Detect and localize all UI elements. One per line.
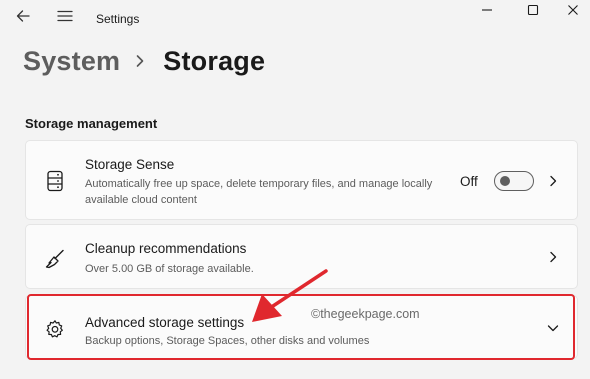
breadcrumb-system-link[interactable]: System — [23, 46, 120, 77]
cleanup-recommendations-title: Cleanup recommendations — [85, 241, 247, 256]
page-title: Storage — [163, 45, 266, 76]
storage-drive-icon — [43, 169, 67, 193]
storage-sense-description: Automatically free up space, delete temp… — [85, 178, 433, 206]
minimize-button[interactable] — [464, 0, 510, 24]
toggle-knob — [500, 176, 510, 186]
section-title-storage-management: Storage management — [25, 116, 158, 131]
chevron-right-icon — [135, 54, 145, 68]
chevron-right-icon[interactable] — [545, 249, 561, 265]
close-icon — [567, 3, 579, 21]
chevron-right-icon[interactable] — [545, 173, 561, 189]
cleanup-recommendations-card[interactable]: Cleanup recommendations Over 5.00 GB of … — [25, 224, 578, 289]
cleanup-recommendations-description: Over 5.00 GB of storage available. — [85, 263, 254, 275]
hamburger-menu-icon — [57, 9, 73, 28]
back-button[interactable] — [8, 5, 38, 31]
watermark-text: ©thegeekpage.com — [311, 307, 420, 321]
maximize-button[interactable] — [510, 0, 556, 24]
advanced-storage-settings-card[interactable]: Advanced storage settings Backup options… — [25, 295, 578, 359]
storage-sense-title: Storage Sense — [85, 157, 175, 172]
breadcrumb: System Storage — [23, 40, 265, 82]
navigation-menu-button[interactable] — [50, 5, 80, 31]
broom-icon — [43, 247, 67, 271]
minimize-icon — [481, 3, 493, 21]
storage-sense-toggle[interactable] — [494, 171, 534, 191]
advanced-storage-settings-description: Backup options, Storage Spaces, other di… — [85, 335, 370, 347]
back-arrow-icon — [15, 8, 31, 29]
app-title: Settings — [96, 12, 140, 26]
advanced-storage-settings-title: Advanced storage settings — [85, 315, 245, 330]
maximize-icon — [527, 3, 539, 21]
storage-sense-card[interactable]: Storage Sense Automatically free up spac… — [25, 140, 578, 220]
chevron-down-icon[interactable] — [545, 320, 561, 336]
storage-sense-toggle-label: Off — [460, 174, 478, 189]
gear-icon — [43, 317, 67, 341]
close-button[interactable] — [556, 0, 590, 24]
title-bar: Settings — [0, 0, 590, 40]
